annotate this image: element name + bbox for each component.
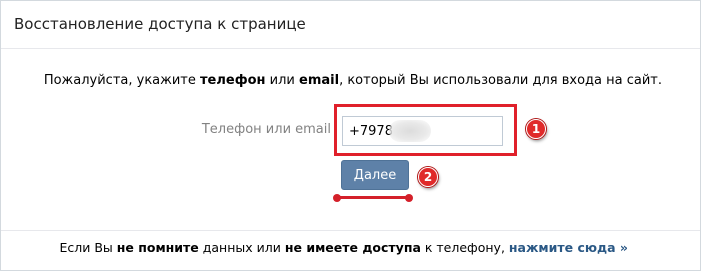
panel-header: Восстановление доступа к странице: [1, 1, 700, 49]
instruction-prefix: Пожалуйста, укажите: [43, 73, 200, 88]
click-here-link[interactable]: нажмите сюда »: [509, 240, 628, 255]
instruction-phone: телефон: [200, 73, 266, 88]
recovery-panel: Восстановление доступа к странице Пожалу…: [0, 0, 701, 271]
footer-not-remember: не помните: [116, 240, 199, 255]
step-badge-1: 1: [526, 119, 546, 139]
button-underline-marker: [337, 196, 409, 199]
instruction-suffix: , который Вы использовали для входа на с…: [339, 73, 662, 88]
instruction-text: Пожалуйста, укажите телефон или email, к…: [1, 73, 700, 88]
footer-suffix: к телефону,: [420, 240, 509, 255]
footer-middle: данных или: [198, 240, 285, 255]
instruction-email: email: [299, 73, 340, 88]
underline-right-dot: [405, 193, 413, 202]
input-highlight-frame: [334, 104, 517, 156]
footer-prefix: Если Вы: [59, 240, 117, 255]
footer-divider: [1, 230, 700, 231]
instruction-or: или: [265, 73, 299, 88]
page-title: Восстановление доступа к странице: [14, 15, 306, 33]
step-badge-2: 2: [418, 167, 438, 187]
footer-text: Если Вы не помните данных или не имеете …: [1, 240, 700, 255]
phone-field-label: Телефон или email: [201, 122, 331, 137]
next-button[interactable]: Далее: [341, 160, 409, 190]
footer-no-access: не имеете доступа: [284, 240, 421, 255]
underline-left-dot: [333, 193, 341, 202]
